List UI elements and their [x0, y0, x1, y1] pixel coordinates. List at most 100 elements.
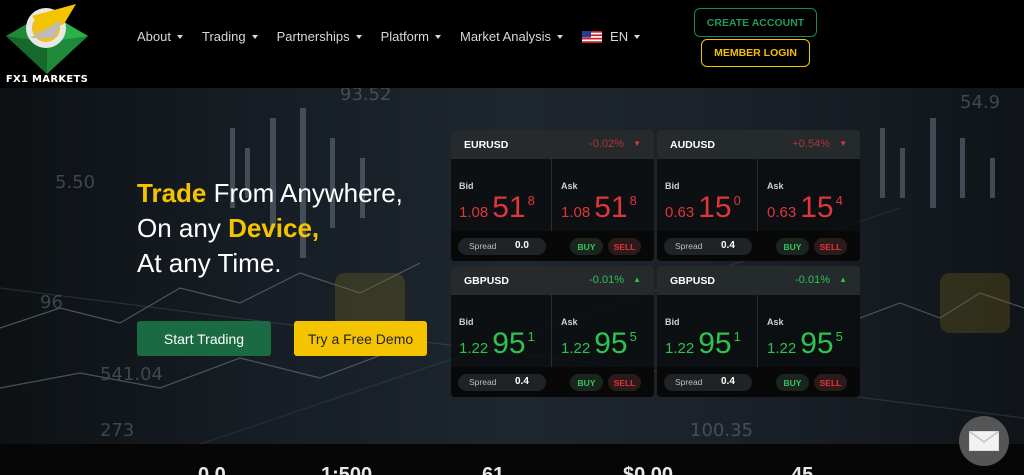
headline-any-time: At any Time.: [137, 248, 282, 278]
buy-button[interactable]: BUY: [776, 238, 809, 255]
language-label: EN: [610, 29, 629, 44]
member-login-button[interactable]: MEMBER LOGIN: [701, 39, 810, 67]
bid-price: 1.22 95 1: [459, 327, 535, 361]
ask-price: 1.08 51 8: [561, 191, 637, 225]
ask-price-pips: 95: [594, 327, 628, 360]
bid-panel[interactable]: Bid 1.22 95 1: [451, 295, 552, 367]
ask-price-pips: 51: [594, 191, 628, 224]
chevron-down-icon: [557, 35, 564, 39]
ask-panel[interactable]: Ask 0.63 15 4: [759, 159, 860, 231]
ask-price: 0.63 15 4: [767, 191, 843, 225]
bid-panel[interactable]: Bid 0.63 15 0: [657, 159, 758, 231]
bid-price: 1.08 51 8: [459, 191, 535, 225]
ask-panel[interactable]: Ask 1.22 95 5: [759, 295, 860, 367]
quote-card-gbpusd-2: GBPUSD -0.01% ▲ Bid 1.22 95 1 Ask 1.22 95 5 …: [657, 266, 860, 397]
chevron-down-icon: [176, 35, 183, 39]
sell-button[interactable]: SELL: [814, 374, 847, 391]
ask-panel[interactable]: Ask 1.08 51 8: [553, 159, 654, 231]
bid-price: 0.63 15 0: [665, 191, 741, 225]
logo[interactable]: FX1 MARKETS: [2, 2, 92, 86]
ask-price-prefix: 1.08: [561, 204, 591, 221]
bid-price-fraction: 1: [733, 329, 741, 344]
ask-label: Ask: [767, 317, 784, 327]
bid-price-fraction: 1: [527, 329, 535, 344]
bid-label: Bid: [459, 181, 474, 191]
chevron-down-icon: [251, 35, 258, 39]
stats-strip: 0.0 1:500 61 $0.00 45: [0, 444, 1024, 475]
ask-price-fraction: 5: [629, 329, 637, 344]
nav-trading[interactable]: Trading: [202, 29, 258, 44]
spread-label: Spread: [469, 377, 497, 387]
bid-price-pips: 95: [492, 327, 526, 360]
buy-button[interactable]: BUY: [776, 374, 809, 391]
buy-button[interactable]: BUY: [570, 374, 603, 391]
nav-about[interactable]: About: [137, 29, 183, 44]
quote-footer: Spread 0.4 BUY SELL: [657, 231, 860, 261]
ask-price-prefix: 0.63: [767, 204, 797, 221]
nav-partnerships[interactable]: Partnerships: [277, 29, 362, 44]
quote-body: Bid 1.22 95 1 Ask 1.22 95 5: [657, 295, 860, 367]
free-demo-button[interactable]: Try a Free Demo: [294, 321, 427, 356]
ask-price-fraction: 5: [835, 329, 843, 344]
chat-button[interactable]: [959, 416, 1009, 466]
arrow-down-icon: ▼: [633, 139, 641, 148]
quote-body: Bid 1.08 51 8 Ask 1.08 51 8: [451, 159, 654, 231]
bid-price-pips: 15: [698, 191, 732, 224]
quote-symbol: EURUSD: [464, 138, 509, 151]
svg-text:96: 96: [40, 292, 63, 313]
chevron-down-icon: [634, 35, 641, 39]
bid-price-pips: 51: [492, 191, 526, 224]
hero-section: 5.50 96 541.04 273 93.52 100.35 54.9 Trade …: [0, 88, 1024, 444]
spread-pill: Spread 0.4: [458, 374, 546, 391]
stat-commission: $0.00: [623, 464, 674, 475]
envelope-icon: [969, 431, 999, 451]
bid-price-pips: 95: [698, 327, 732, 360]
nav-market-analysis-label: Market Analysis: [459, 29, 552, 44]
stat-count: 45: [791, 464, 814, 475]
headline-from-anywhere: From Anywhere,: [206, 178, 403, 208]
bid-price: 1.22 95 1: [665, 327, 741, 361]
language-selector[interactable]: EN: [582, 29, 641, 44]
create-account-button[interactable]: CREATE ACCOUNT: [694, 8, 817, 37]
quote-footer: Spread 0.4 BUY SELL: [657, 367, 860, 397]
sell-button[interactable]: SELL: [814, 238, 847, 255]
main-nav: About Trading Partnerships Platform Mark…: [137, 29, 659, 44]
quote-change: -0.01%: [589, 274, 624, 286]
svg-text:100.35: 100.35: [690, 420, 753, 441]
bid-panel[interactable]: Bid 1.08 51 8: [451, 159, 552, 231]
nav-market-analysis[interactable]: Market Analysis: [459, 29, 564, 44]
logo-mark-icon: [6, 4, 88, 74]
spread-value: 0.4: [721, 376, 735, 387]
svg-text:54.9: 54.9: [960, 92, 1000, 113]
nav-platform[interactable]: Platform: [381, 29, 441, 44]
buy-button[interactable]: BUY: [570, 238, 603, 255]
ask-price-pips: 95: [800, 327, 834, 360]
bid-label: Bid: [459, 317, 474, 327]
hero-headline: Trade From Anywhere, On any Device, At a…: [137, 176, 403, 281]
bid-price-prefix: 1.22: [665, 340, 695, 357]
bid-label: Bid: [665, 181, 680, 191]
quote-card-audusd: AUDUSD +0.54% ▼ Bid 0.63 15 0 Ask 0.63 15 4 …: [657, 130, 860, 261]
spread-value: 0.4: [515, 376, 529, 387]
ask-label: Ask: [561, 317, 578, 327]
quote-card-gbpusd: GBPUSD -0.01% ▲ Bid 1.22 95 1 Ask 1.22 95 5 …: [451, 266, 654, 397]
sell-button[interactable]: SELL: [608, 238, 641, 255]
spread-pill: Spread 0.4: [664, 374, 752, 391]
svg-text:93.52: 93.52: [340, 88, 392, 105]
nav-partnerships-label: Partnerships: [276, 29, 350, 44]
ask-panel[interactable]: Ask 1.22 95 5: [553, 295, 654, 367]
bid-panel[interactable]: Bid 1.22 95 1: [657, 295, 758, 367]
spread-label: Spread: [469, 241, 497, 251]
quote-header: EURUSD -0.02% ▼: [451, 130, 654, 159]
start-trading-button[interactable]: Start Trading: [137, 321, 271, 356]
quote-symbol: GBPUSD: [464, 274, 509, 287]
bid-price-prefix: 0.63: [665, 204, 695, 221]
headline-on-any: On any: [137, 213, 229, 243]
ask-price-prefix: 1.22: [561, 340, 591, 357]
spread-value: 0.4: [721, 240, 735, 251]
sell-button[interactable]: SELL: [608, 374, 641, 391]
spread-pill: Spread 0.4: [664, 238, 752, 255]
quote-header: GBPUSD -0.01% ▲: [451, 266, 654, 295]
ask-price-fraction: 4: [835, 193, 843, 208]
spread-label: Spread: [675, 377, 703, 387]
